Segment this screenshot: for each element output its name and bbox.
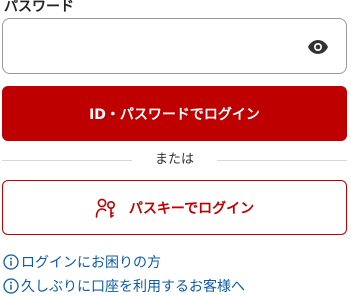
id-password-login-button[interactable]: ID・パスワードでログイン bbox=[2, 86, 347, 141]
dormant-account-label: 久しぶりに口座を利用するお客様へ bbox=[21, 279, 245, 295]
login-trouble-label: ログインにお困りの方 bbox=[21, 255, 161, 271]
or-divider: または bbox=[2, 150, 347, 170]
eye-icon bbox=[308, 40, 328, 54]
show-password-button[interactable] bbox=[306, 35, 330, 59]
passkey-login-button[interactable]: パスキーでログイン bbox=[2, 180, 347, 235]
divider-line-right bbox=[217, 160, 347, 161]
info-icon bbox=[3, 254, 19, 270]
password-label: パスワード bbox=[4, 0, 74, 15]
dormant-account-link[interactable]: 久しぶりに口座を利用するお客様へ bbox=[3, 276, 245, 296]
passkey-key-person-icon bbox=[95, 197, 119, 219]
login-trouble-link[interactable]: ログインにお困りの方 bbox=[3, 252, 161, 272]
password-input[interactable] bbox=[13, 27, 297, 67]
password-field[interactable] bbox=[2, 18, 347, 74]
id-password-login-label: ID・パスワードでログイン bbox=[89, 106, 260, 123]
passkey-login-label: パスキーでログイン bbox=[128, 200, 255, 217]
info-icon bbox=[3, 278, 19, 294]
